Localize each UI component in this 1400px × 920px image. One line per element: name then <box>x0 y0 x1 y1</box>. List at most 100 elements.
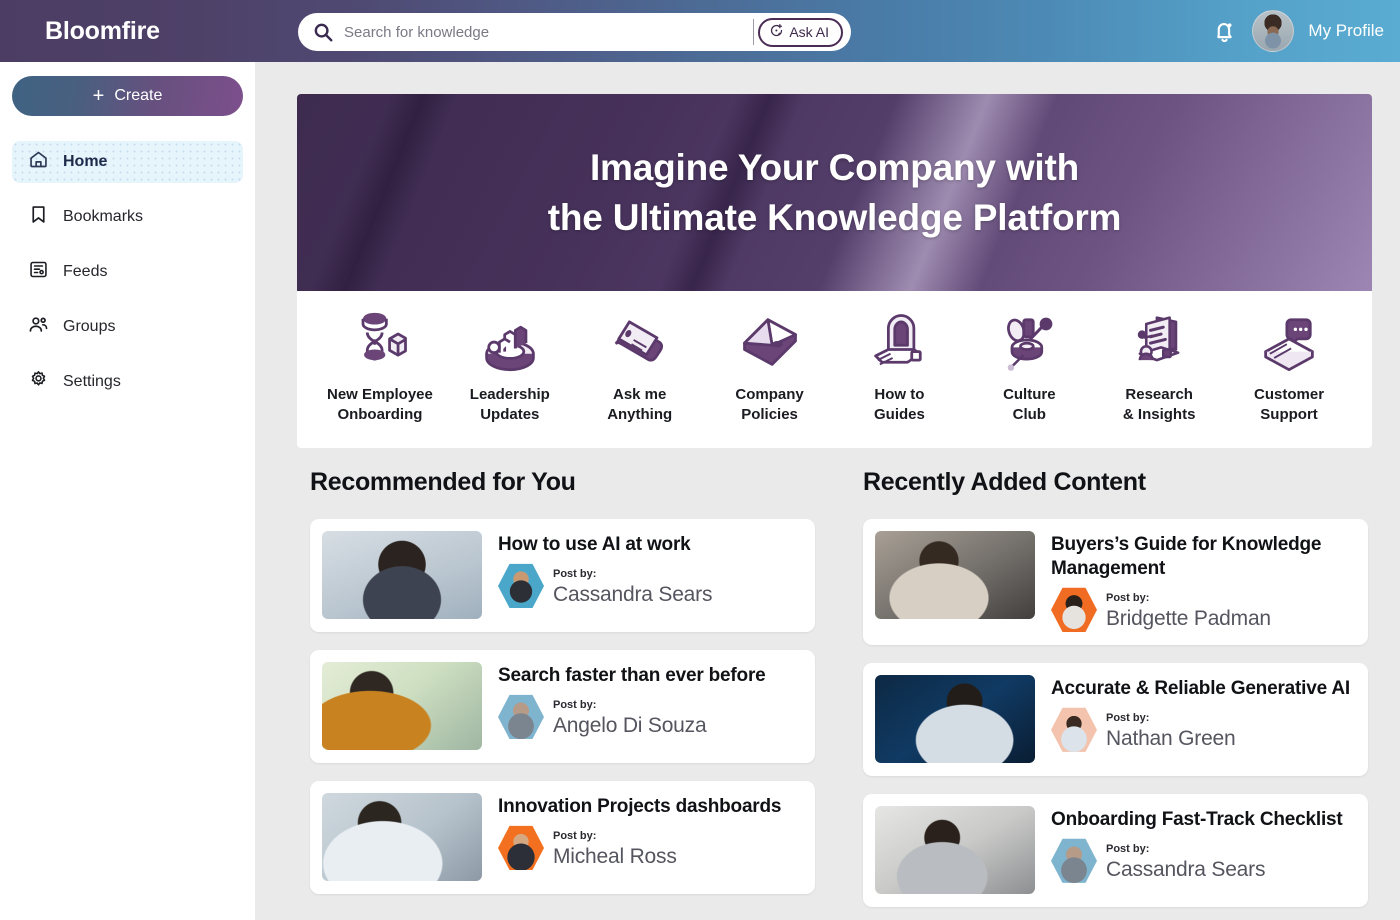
post-by-label: Post by: <box>553 699 597 712</box>
category-culture-club[interactable]: Culture Club <box>969 305 1089 426</box>
gear-icon <box>28 369 49 395</box>
author-name: Micheal Ross <box>553 845 677 869</box>
category-label: Ask me Anything <box>607 386 673 424</box>
culture-balloon-icon <box>995 305 1063 377</box>
category-company-policies[interactable]: Company Policies <box>710 305 830 426</box>
content-card[interactable]: Search faster than ever before Post by: … <box>310 650 815 763</box>
card-thumbnail <box>875 531 1035 619</box>
app-root: Bloomfire Ask AI <box>0 0 1400 920</box>
support-chat-icon <box>1255 305 1323 377</box>
sidebar-item-label: Bookmarks <box>63 208 144 225</box>
category-new-employee-onboarding[interactable]: New Employee Onboarding <box>320 305 440 426</box>
content-card[interactable]: Onboarding Fast-Track Checklist Post by:… <box>863 793 1368 907</box>
brand-logo[interactable]: Bloomfire <box>0 17 255 46</box>
content-card[interactable]: Buyers’s Guide for Knowledge Management … <box>863 519 1368 645</box>
card-byline: Post by: Nathan Green <box>1051 707 1356 753</box>
card-thumbnail <box>875 674 1035 763</box>
category-label: Research & Insights <box>1122 386 1196 424</box>
section-title-recommended: Recommended for You <box>310 468 576 496</box>
create-button[interactable]: + Create <box>12 76 243 116</box>
hero-line-2: the Ultimate Knowledge Platform <box>547 196 1122 238</box>
author-name: Angelo Di Souza <box>553 714 707 738</box>
search-bar[interactable]: Ask AI <box>298 13 851 51</box>
author-avatar <box>1051 587 1097 632</box>
content-card[interactable]: How to use AI at work Post by: Cassandra… <box>310 519 815 632</box>
sidebar-item-label: Home <box>63 153 108 170</box>
avatar[interactable] <box>1252 10 1295 52</box>
recommended-section: Recommended for You How to use AI at wor… <box>310 468 815 912</box>
author-name: Bridgette Padman <box>1106 607 1271 631</box>
hourglass-person-icon <box>346 305 414 377</box>
card-title: Search faster than ever before <box>498 665 766 686</box>
sidebar-item-label: Feeds <box>63 263 108 280</box>
card-thumbnail <box>322 793 482 881</box>
bookmark-icon <box>28 204 49 230</box>
main-content: Imagine Your Company with the Ultimate K… <box>255 62 1400 920</box>
card-thumbnail <box>322 531 482 619</box>
sidebar-item-settings[interactable]: Settings <box>12 361 243 403</box>
content-card[interactable]: Accurate & Reliable Generative AI Post b… <box>863 662 1368 776</box>
category-leadership-updates[interactable]: Leadership Updates <box>450 305 570 426</box>
hero-banner: Imagine Your Company with the Ultimate K… <box>297 94 1372 291</box>
card-title: Innovation Projects dashboards <box>498 796 782 817</box>
category-research-insights[interactable]: Research & Insights <box>1099 305 1219 426</box>
card-thumbnail <box>322 662 482 750</box>
create-button-label: Create <box>114 87 163 104</box>
author-name: Nathan Green <box>1106 727 1236 751</box>
research-monitor-icon <box>1125 305 1193 377</box>
post-by-label: Post by: <box>1106 712 1150 725</box>
feed-icon <box>28 259 49 285</box>
category-how-to-guides[interactable]: How to Guides <box>839 305 959 426</box>
author-avatar <box>1051 838 1097 883</box>
category-label: Company Policies <box>735 386 804 424</box>
my-profile-label[interactable]: My Profile <box>1308 21 1392 41</box>
category-label: New Employee Onboarding <box>327 386 433 424</box>
card-title: How to use AI at work <box>498 534 691 555</box>
hero-title: Imagine Your Company with the Ultimate K… <box>548 143 1122 241</box>
category-label: Culture Club <box>1003 386 1056 424</box>
card-body: Accurate & Reliable Generative AI Post b… <box>1051 675 1356 753</box>
category-strip: New Employee Onboarding Leadership Updat… <box>297 291 1372 448</box>
card-byline: Post by: Micheal Ross <box>498 825 803 871</box>
card-body: Onboarding Fast-Track Checklist Post by:… <box>1051 806 1356 884</box>
post-by-label: Post by: <box>553 830 597 843</box>
category-label: How to Guides <box>874 386 925 424</box>
bell-icon[interactable] <box>1211 18 1238 45</box>
ask-ai-label: Ask AI <box>789 24 829 40</box>
ask-ai-button[interactable]: Ask AI <box>758 17 843 47</box>
category-label: Customer Support <box>1254 386 1325 424</box>
search-divider <box>753 19 755 45</box>
card-title: Buyers’s Guide for Knowledge Management <box>1051 534 1322 579</box>
post-by-label: Post by: <box>1106 843 1150 856</box>
category-customer-support[interactable]: Customer Support <box>1229 305 1349 426</box>
recent-section: Recently Added Content Buyers’s Guide fo… <box>863 468 1368 920</box>
sidebar-item-bookmarks[interactable]: Bookmarks <box>12 196 243 238</box>
card-byline: Post by: Bridgette Padman <box>1051 587 1356 633</box>
post-by-label: Post by: <box>1106 592 1150 605</box>
top-bar-right: My Profile <box>1211 0 1400 62</box>
card-body: Innovation Projects dashboards Post by: … <box>498 793 803 871</box>
author-name: Cassandra Sears <box>1106 858 1266 882</box>
home-icon <box>28 149 49 175</box>
podium-chart-icon <box>476 305 544 377</box>
card-thumbnail <box>875 805 1035 894</box>
top-bar: Bloomfire Ask AI <box>0 0 1400 62</box>
search-input[interactable] <box>334 23 754 41</box>
sidebar-item-home[interactable]: Home <box>12 141 243 183</box>
sparkle-ai-icon <box>769 23 784 41</box>
sidebar-item-label: Groups <box>63 318 116 335</box>
sidebar-item-groups[interactable]: Groups <box>12 306 243 348</box>
card-body: How to use AI at work Post by: Cassandra… <box>498 531 803 609</box>
content-card[interactable]: Innovation Projects dashboards Post by: … <box>310 781 815 894</box>
category-ask-me-anything[interactable]: Ask me Anything <box>580 305 700 426</box>
sidebar-item-feeds[interactable]: Feeds <box>12 251 243 293</box>
card-byline: Post by: Cassandra Sears <box>498 563 803 609</box>
card-byline: Post by: Cassandra Sears <box>1051 838 1356 884</box>
author-avatar <box>498 694 544 740</box>
policy-document-icon <box>736 305 804 377</box>
card-body: Search faster than ever before Post by: … <box>498 662 803 740</box>
sidebar-nav: Home Bookmarks Feeds Groups Settings <box>12 141 243 403</box>
sidebar: + Create Home Bookmarks Feeds Groups Set… <box>0 62 255 920</box>
card-title: Onboarding Fast-Track Checklist <box>1051 808 1343 830</box>
chat-block-icon <box>606 305 674 377</box>
